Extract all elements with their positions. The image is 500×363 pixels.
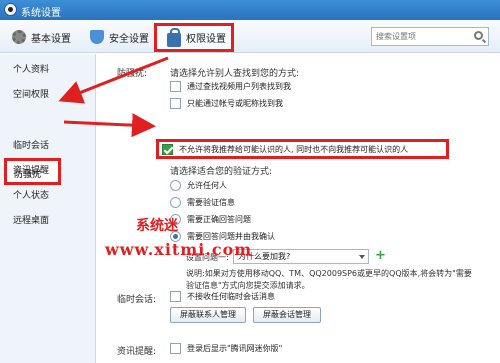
sidebar-item-space-permission[interactable]: 空间权限 bbox=[13, 87, 49, 100]
shield-icon bbox=[90, 30, 104, 44]
sidebar-item-profile[interactable]: 个人资料 bbox=[13, 62, 49, 75]
radio[interactable] bbox=[170, 197, 181, 208]
sidebar-item-news[interactable]: 资讯提醒 bbox=[13, 163, 49, 176]
tab-label: 权限设置 bbox=[186, 34, 226, 45]
option-label: 允许任何人 bbox=[187, 181, 227, 190]
window-title: 系统设置 bbox=[21, 8, 61, 19]
find-option-video-list[interactable]: 通过查找视频用户列表找到我 bbox=[170, 81, 291, 92]
temp-session-section-label: 临时会话: bbox=[117, 295, 157, 305]
blocked-sessions-button[interactable]: 屏蔽会话管理 bbox=[253, 307, 321, 323]
checkbox[interactable] bbox=[170, 291, 181, 302]
news-section-label: 资讯提醒: bbox=[117, 347, 157, 357]
watermark-text: 系统迷 bbox=[136, 218, 178, 234]
search-icon[interactable] bbox=[474, 31, 483, 40]
checkbox[interactable] bbox=[170, 81, 181, 92]
verify-option-answer-question[interactable]: 需要正确回答问题 bbox=[170, 214, 251, 225]
anti-harass-section-label: 防骚扰: bbox=[117, 69, 148, 79]
lock-icon bbox=[167, 27, 181, 47]
watermark-url: www.xitmi.com bbox=[105, 240, 253, 259]
tab-permission-settings[interactable]: 权限设置 bbox=[154, 23, 234, 52]
blocked-contacts-button[interactable]: 屏蔽联系人管理 bbox=[170, 307, 246, 323]
question-select[interactable]: 为什么要加我? bbox=[233, 249, 369, 264]
highlight-no-recommend: 不允许将我推荐给可能认识的人, 同时也不向我推荐可能认识的人 bbox=[156, 139, 449, 159]
add-question-icon[interactable]: + bbox=[375, 249, 386, 263]
tab-basic-settings[interactable]: 基本设置 bbox=[12, 25, 71, 49]
option-label: 通过查找视频用户列表找到我 bbox=[187, 82, 291, 91]
window-titlebar: 系统设置 bbox=[0, 0, 500, 20]
option-label: 登录后显示"腾讯网迷你版" bbox=[187, 344, 283, 353]
find-option-no-recommend[interactable]: 不允许将我推荐给可能认识的人, 同时也不向我推荐可能认识的人 bbox=[162, 144, 408, 155]
verify-note: 说明:如果对方使用移动QQ、TM、QQ2009SP6或更早的QQ版本,将会转为"… bbox=[186, 269, 472, 290]
verify-option-need-info[interactable]: 需要验证信息 bbox=[170, 197, 235, 208]
option-label: 需要验证信息 bbox=[187, 198, 235, 207]
gear-icon bbox=[12, 30, 26, 44]
verify-prompt: 请选择适合您的验证方式: bbox=[170, 167, 273, 177]
checkbox[interactable] bbox=[170, 343, 181, 354]
sidebar: 个人资料 空间权限 防骚扰 临时会话 资讯提醒 个人状态 远程桌面 bbox=[0, 54, 96, 363]
option-label: 需要正确回答问题 bbox=[187, 215, 251, 224]
find-option-account-only[interactable]: 只能通过帐号或昵称找到我 bbox=[170, 98, 283, 109]
checkbox[interactable] bbox=[170, 98, 181, 109]
sidebar-item-temp-session[interactable]: 临时会话 bbox=[13, 138, 49, 151]
chevron-down-icon bbox=[359, 255, 365, 259]
temp-session-option[interactable]: 不接收任何临时会话消息 bbox=[170, 291, 275, 302]
option-label: 不接收任何临时会话消息 bbox=[187, 292, 275, 301]
tab-security-settings[interactable]: 安全设置 bbox=[90, 25, 149, 49]
search-input[interactable] bbox=[372, 28, 468, 45]
qq-penguin-icon bbox=[4, 3, 17, 16]
tab-label: 安全设置 bbox=[109, 33, 149, 45]
checkbox-checked[interactable] bbox=[162, 144, 173, 155]
sidebar-item-remote-desktop[interactable]: 远程桌面 bbox=[13, 213, 49, 226]
option-label: 不允许将我推荐给可能认识的人, 同时也不向我推荐可能认识的人 bbox=[179, 145, 409, 154]
option-label: 只能通过帐号或昵称找到我 bbox=[187, 99, 283, 108]
radio[interactable] bbox=[170, 180, 181, 191]
settings-search[interactable] bbox=[371, 27, 489, 46]
news-option[interactable]: 登录后显示"腾讯网迷你版" bbox=[170, 343, 282, 354]
sidebar-item-status[interactable]: 个人状态 bbox=[13, 188, 49, 201]
tab-label: 基本设置 bbox=[31, 33, 71, 45]
find-prompt: 请选择允许别人查找到您的方式: bbox=[170, 69, 300, 79]
verify-option-anyone[interactable]: 允许任何人 bbox=[170, 180, 227, 191]
